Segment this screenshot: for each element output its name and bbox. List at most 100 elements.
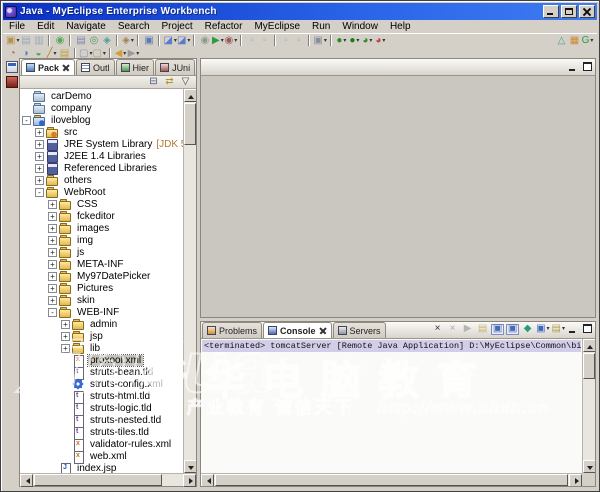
tab-console[interactable]: Console	[263, 322, 332, 338]
minus-expander-icon[interactable]: -	[35, 188, 44, 197]
link-with-editor-button[interactable]: ⇄	[163, 76, 176, 88]
menu-file[interactable]: File	[3, 20, 31, 33]
plus-expander-icon[interactable]: +	[35, 128, 44, 137]
derby-button[interactable]: △	[555, 35, 568, 47]
window-maximize-button[interactable]	[561, 5, 577, 18]
tree-item-meta-inf[interactable]: +META-INF	[20, 258, 183, 270]
console-horizontal-scrollbar[interactable]	[201, 473, 582, 486]
scroll-right-icon[interactable]	[569, 474, 582, 486]
tab-hier[interactable]: Hier	[116, 59, 155, 75]
refresh-button[interactable]: ◎	[87, 35, 100, 47]
plus-expander-icon[interactable]: +	[35, 176, 44, 185]
new-web-component-button[interactable]: ◈▾	[121, 35, 134, 47]
scroll-right-icon[interactable]	[183, 474, 196, 487]
menu-search[interactable]: Search	[112, 20, 156, 33]
plus-expander-icon[interactable]: +	[61, 332, 70, 341]
menu-navigate[interactable]: Navigate	[60, 20, 111, 33]
tree-item-js[interactable]: +js	[20, 246, 183, 258]
run-server-button[interactable]: ●▾	[348, 35, 361, 47]
tree-hscroll-thumb[interactable]	[34, 474, 162, 486]
tree-item-pictures[interactable]: +Pictures	[20, 282, 183, 294]
console-maximize-icon[interactable]	[582, 324, 593, 334]
tree-item-others[interactable]: +others	[20, 174, 183, 186]
tree-item-cardemo[interactable]: carDemo	[20, 90, 183, 102]
profile-server-button[interactable]: ◕▾	[361, 35, 374, 47]
save-all-button[interactable]: ▥	[32, 35, 45, 47]
pin-console-button[interactable]: ◆	[521, 323, 534, 335]
tree-item-struts-bean-tld[interactable]: struts-bean.tld	[20, 366, 183, 378]
tree-item-jsp[interactable]: +jsp	[20, 330, 183, 342]
plus-expander-icon[interactable]: +	[35, 164, 44, 173]
plus-expander-icon[interactable]: +	[35, 152, 44, 161]
plus-expander-icon[interactable]: +	[48, 212, 57, 221]
tab-servers[interactable]: Servers	[333, 322, 386, 338]
plus-expander-icon[interactable]: +	[48, 260, 57, 269]
tab-juni[interactable]: JUni	[155, 59, 195, 75]
scroll-left-icon[interactable]	[20, 474, 33, 487]
tab-problems[interactable]: Problems	[202, 322, 262, 338]
previous-annotation-button[interactable]: ▫	[258, 35, 271, 47]
collapse-all-button[interactable]: ⊟	[147, 76, 160, 88]
window-close-button[interactable]	[579, 5, 595, 18]
menu-edit[interactable]: Edit	[31, 20, 60, 33]
tree-item-struts-nested-tld[interactable]: struts-nested.tld	[20, 414, 183, 426]
tree-item-my97datepicker[interactable]: +My97DatePicker	[20, 270, 183, 282]
tree-item-j2ee-1-4-libraries[interactable]: +J2EE 1.4 Libraries	[20, 150, 183, 162]
tree-item-css[interactable]: +CSS	[20, 198, 183, 210]
plus-expander-icon[interactable]: +	[48, 248, 57, 257]
window-minimize-button[interactable]	[543, 5, 559, 18]
tree-item-struts-html-tld[interactable]: struts-html.tld	[20, 390, 183, 402]
tree-item-iloveblog[interactable]: -iloveblog	[20, 114, 183, 126]
save-button[interactable]: ▤	[19, 35, 32, 47]
tree-item-index-jsp[interactable]: index.jsp	[20, 462, 183, 473]
menu-myeclipse[interactable]: MyEclipse	[248, 20, 306, 33]
tree-horizontal-scrollbar[interactable]	[20, 473, 196, 486]
plus-expander-icon[interactable]: +	[61, 344, 70, 353]
tree-item-fckeditor[interactable]: +fckeditor	[20, 210, 183, 222]
new-server-button[interactable]: ▣▾	[313, 35, 326, 47]
menu-project[interactable]: Project	[156, 20, 199, 33]
editor-minimize-icon[interactable]	[568, 62, 579, 72]
tree-item-lib[interactable]: +lib	[20, 342, 183, 354]
open-console-button[interactable]: ▤▾	[552, 323, 565, 335]
new-wizard-button[interactable]: ▣▾	[6, 35, 19, 47]
plus-expander-icon[interactable]: +	[35, 140, 44, 149]
sync-deployment-button[interactable]: ▣	[142, 35, 155, 47]
menu-help[interactable]: Help	[384, 20, 417, 33]
tree-item-webroot[interactable]: -WebRoot	[20, 186, 183, 198]
plus-expander-icon[interactable]: +	[48, 236, 57, 245]
plus-expander-icon[interactable]: +	[48, 224, 57, 233]
tree-item-images[interactable]: +images	[20, 222, 183, 234]
deploy-button[interactable]: ◈	[100, 35, 113, 47]
console-minimize-icon[interactable]	[568, 324, 579, 334]
tree-item-struts-logic-tld[interactable]: struts-logic.tld	[20, 402, 183, 414]
genuitec-button[interactable]: G▾	[581, 35, 594, 47]
scroll-lock-button[interactable]: ▣	[491, 324, 504, 335]
external-tools-button[interactable]: ◉▾	[224, 35, 237, 47]
clear-console-button[interactable]: ▤	[476, 323, 489, 335]
view-menu-button[interactable]: ▽	[179, 76, 192, 88]
plus-expander-icon[interactable]: +	[48, 200, 57, 209]
plus-expander-icon[interactable]: +	[48, 296, 57, 305]
tree-item-proxool-xml[interactable]: proxool.xml	[20, 354, 183, 366]
run-button[interactable]: ▶▾	[211, 35, 224, 47]
tree-item-struts-tiles-tld[interactable]: struts-tiles.tld	[20, 426, 183, 438]
next-annotation-button[interactable]: ▫	[245, 35, 258, 47]
minus-expander-icon[interactable]: -	[22, 116, 31, 125]
fast-view-icon[interactable]	[6, 61, 18, 73]
scroll-left-icon[interactable]	[201, 474, 214, 486]
plus-expander-icon[interactable]: +	[48, 284, 57, 293]
tree-item-skin[interactable]: +skin	[20, 294, 183, 306]
scroll-down-icon[interactable]	[184, 460, 196, 473]
console-vertical-scrollbar[interactable]	[582, 339, 595, 473]
close-tab-icon[interactable]	[319, 327, 327, 335]
tree-item-web-xml[interactable]: web.xml	[20, 450, 183, 462]
debug-jsp-button[interactable]: ◪▾	[177, 35, 190, 47]
tab-outl[interactable]: Outl	[76, 59, 115, 75]
remove-all-terminated-button[interactable]: ×	[446, 323, 459, 335]
display-selected-console-button[interactable]: ▣▾	[536, 323, 549, 335]
start-server-button[interactable]: ●▾	[335, 35, 348, 47]
plus-expander-icon[interactable]: +	[61, 320, 70, 329]
perspective-shortcut-icon[interactable]	[6, 76, 18, 88]
console-hscroll-thumb[interactable]	[215, 474, 568, 486]
